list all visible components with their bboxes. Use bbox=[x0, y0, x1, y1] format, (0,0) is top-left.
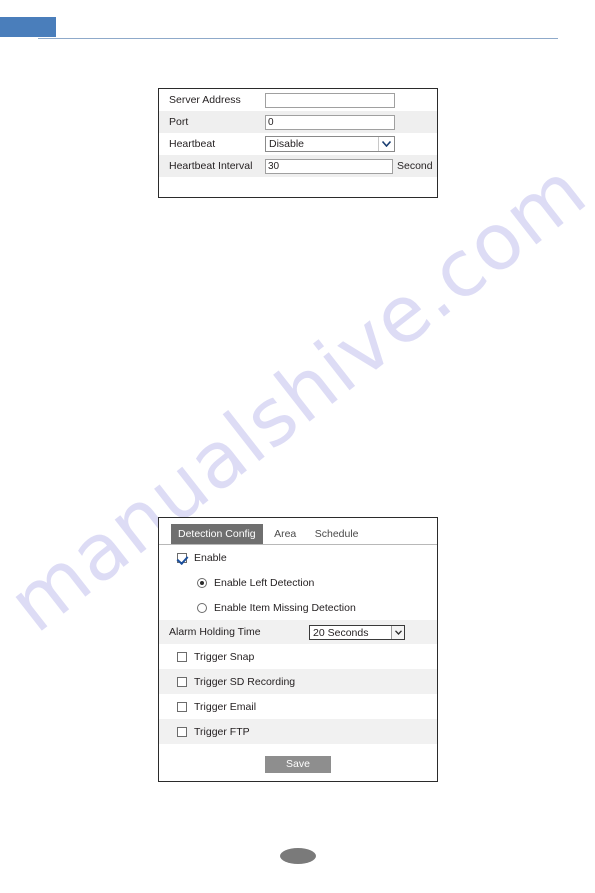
chevron-down-icon bbox=[378, 137, 394, 151]
server-address-label: Server Address bbox=[169, 94, 241, 106]
tab-schedule[interactable]: Schedule bbox=[308, 524, 366, 544]
form-row-heartbeat: Heartbeat Disable bbox=[159, 133, 437, 155]
enable-row[interactable]: Enable bbox=[159, 545, 437, 570]
save-button[interactable]: Save bbox=[265, 756, 331, 773]
trigger-ftp-label: Trigger FTP bbox=[194, 725, 250, 738]
heartbeat-interval-label: Heartbeat Interval bbox=[169, 160, 253, 172]
form-row-server-address: Server Address bbox=[159, 89, 437, 111]
enable-item-missing-detection-label: Enable Item Missing Detection bbox=[214, 601, 356, 614]
form-row-heartbeat-interval: Heartbeat Interval Second bbox=[159, 155, 437, 177]
enable-label: Enable bbox=[194, 551, 227, 564]
detection-config-panel: Detection Config Area Schedule Enable En… bbox=[158, 517, 438, 782]
chevron-down-icon bbox=[391, 625, 404, 639]
trigger-email-checkbox[interactable] bbox=[177, 701, 187, 712]
trigger-snap-checkbox[interactable] bbox=[177, 651, 187, 662]
alarm-holding-time-row: Alarm Holding Time 20 Seconds bbox=[159, 620, 437, 644]
server-settings-panel: Server Address Port Heartbeat Disable He… bbox=[158, 88, 438, 198]
heartbeat-select[interactable]: Disable bbox=[265, 136, 395, 152]
server-address-input[interactable] bbox=[265, 92, 395, 108]
trigger-row-email[interactable]: Trigger Email bbox=[159, 694, 437, 719]
detection-tab-bar: Detection Config Area Schedule bbox=[159, 524, 437, 545]
mode-row-left-detection[interactable]: Enable Left Detection bbox=[159, 570, 437, 595]
tab-detection-config[interactable]: Detection Config bbox=[171, 524, 263, 544]
alarm-holding-time-select[interactable]: 20 Seconds bbox=[309, 624, 405, 640]
alarm-holding-time-value: 20 Seconds bbox=[313, 626, 369, 639]
page-number-badge bbox=[279, 848, 316, 864]
form-row-port: Port bbox=[159, 111, 437, 133]
heartbeat-select-value: Disable bbox=[269, 138, 305, 150]
header-divider-rule bbox=[38, 38, 558, 39]
tab-area[interactable]: Area bbox=[267, 524, 303, 544]
page-header bbox=[0, 0, 595, 46]
header-accent-tab bbox=[0, 17, 56, 37]
trigger-row-ftp[interactable]: Trigger FTP bbox=[159, 719, 437, 744]
trigger-sd-recording-checkbox[interactable] bbox=[177, 676, 187, 687]
port-label: Port bbox=[169, 116, 189, 128]
alarm-holding-time-label: Alarm Holding Time bbox=[169, 626, 261, 638]
enable-item-missing-detection-radio[interactable] bbox=[197, 602, 207, 613]
save-button-bar: Save bbox=[159, 756, 437, 773]
trigger-snap-label: Trigger Snap bbox=[194, 650, 255, 663]
heartbeat-label: Heartbeat bbox=[169, 138, 216, 150]
trigger-ftp-checkbox[interactable] bbox=[177, 726, 187, 737]
trigger-row-sd-recording[interactable]: Trigger SD Recording bbox=[159, 669, 437, 694]
page-footer bbox=[0, 848, 595, 878]
trigger-sd-recording-label: Trigger SD Recording bbox=[194, 675, 296, 688]
heartbeat-interval-unit-label: Second bbox=[397, 160, 433, 172]
trigger-row-snap[interactable]: Trigger Snap bbox=[159, 644, 437, 669]
trigger-email-label: Trigger Email bbox=[194, 700, 257, 713]
port-input[interactable] bbox=[265, 114, 395, 130]
enable-checkbox[interactable] bbox=[177, 552, 187, 563]
mode-row-item-missing-detection[interactable]: Enable Item Missing Detection bbox=[159, 595, 437, 620]
heartbeat-interval-input[interactable] bbox=[265, 158, 393, 174]
enable-left-detection-radio[interactable] bbox=[197, 577, 207, 588]
enable-left-detection-label: Enable Left Detection bbox=[214, 576, 315, 589]
